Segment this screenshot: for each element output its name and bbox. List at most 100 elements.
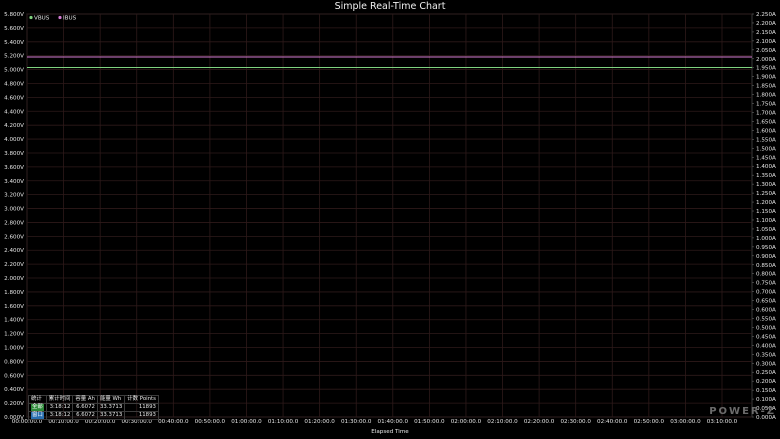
legend[interactable]: VBUS IBUS <box>29 15 77 22</box>
y-right-tick-label: 1.950A <box>756 66 776 72</box>
y-right-tick-label: 0.950A <box>756 245 776 251</box>
x-tick-label: 03:00:00.0 <box>670 419 701 425</box>
y-left-tick-label: 4.600V <box>4 95 24 101</box>
y-right-tick-label: 0.150A <box>756 388 776 394</box>
stats-points: 11893 <box>124 411 159 420</box>
left-axis: 0.000V0.200V0.400V0.600V0.800V1.000V1.20… <box>4 12 24 421</box>
y-left-tick-label: 2.000V <box>4 276 24 282</box>
x-tick-label: 01:50:00.0 <box>414 419 445 425</box>
y-right-tick-label: 2.050A <box>756 48 776 54</box>
y-right-tick-label: 1.400A <box>756 164 776 170</box>
legend-marker-ibus <box>58 15 62 20</box>
legend-label-ibus: IBUS <box>63 16 77 22</box>
y-left-tick-label: 1.000V <box>4 346 24 352</box>
x-tick-label: 02:50:00.0 <box>634 419 665 425</box>
y-left-tick-label: 2.800V <box>4 220 24 226</box>
x-tick-label: 03:10:00.0 <box>707 419 738 425</box>
stats-ah: 6.6072 <box>72 403 98 412</box>
y-right-tick-label: 0.600A <box>756 308 776 314</box>
y-left-tick-label: 5.400V <box>4 40 24 46</box>
x-tick-label: 02:40:00.0 <box>597 419 628 425</box>
x-tick-label: 01:30:00.0 <box>341 419 372 425</box>
y-left-tick-label: 5.200V <box>4 54 24 60</box>
stats-header: 能量 Wh <box>96 395 126 404</box>
y-left-tick-label: 0.600V <box>4 373 24 379</box>
x-tick-label: 00:50:00.0 <box>195 419 226 425</box>
x-tick-label: 02:10:00.0 <box>487 419 518 425</box>
x-tick-label: 02:00:00.0 <box>451 419 482 425</box>
y-left-tick-label: 3.400V <box>4 179 24 185</box>
y-left-tick-label: 4.200V <box>4 123 24 129</box>
y-left-tick-label: 1.800V <box>4 290 24 296</box>
y-right-tick-label: 1.300A <box>756 182 776 188</box>
y-right-tick-label: 0.350A <box>756 352 776 358</box>
stats-tag-window[interactable]: 窗口 <box>31 412 44 419</box>
x-tick-label: 02:30:00.0 <box>560 419 591 425</box>
y-right-tick-label: 0.400A <box>756 343 776 349</box>
y-right-tick-label: 1.600A <box>756 128 776 134</box>
stats-wh: 33.3713 <box>96 403 126 412</box>
stats-header: 容量 Ah <box>72 395 98 404</box>
y-left-tick-label: 0.400V <box>4 387 24 393</box>
y-right-tick-label: 1.700A <box>756 111 776 117</box>
stats-points: 11893 <box>124 403 159 412</box>
y-right-tick-label: 1.800A <box>756 93 776 99</box>
y-right-tick-label: 1.150A <box>756 209 776 215</box>
y-right-tick-label: 0.200A <box>756 379 776 385</box>
y-right-tick-label: 0.450A <box>756 334 776 340</box>
y-right-tick-label: 1.900A <box>756 75 776 81</box>
y-left-tick-label: 5.800V <box>4 12 24 18</box>
chart-title: Simple Real-Time Chart <box>335 1 446 12</box>
y-right-tick-label: 1.200A <box>756 200 776 206</box>
stats-table: 统计 累计时间 容量 Ah 能量 Wh 计数 Points 全部 3:18:12… <box>28 395 159 420</box>
y-right-tick-label: 1.500A <box>756 146 776 152</box>
y-left-tick-label: 4.400V <box>4 109 24 115</box>
x-tick-label: 01:10:00.0 <box>268 419 299 425</box>
y-right-tick-label: 1.850A <box>756 84 776 90</box>
y-right-tick-label: 0.900A <box>756 254 776 260</box>
y-left-tick-label: 3.600V <box>4 165 24 171</box>
y-left-tick-label: 2.200V <box>4 262 24 268</box>
y-right-tick-label: 0.850A <box>756 263 776 269</box>
y-left-tick-label: 1.600V <box>4 304 24 310</box>
stats-tag-all[interactable]: 全部 <box>31 404 44 411</box>
y-right-tick-label: 2.000A <box>756 57 776 63</box>
y-right-tick-label: 1.100A <box>756 218 776 224</box>
y-right-tick-label: 2.150A <box>756 30 776 36</box>
stats-row-all: 全部 3:18:12 6.6072 33.3713 11893 <box>28 403 159 412</box>
stats-row-window: 窗口 3:18:12 6.6072 33.3713 11893 <box>28 411 159 420</box>
y-right-tick-label: 0.650A <box>756 299 776 305</box>
y-right-tick-label: 1.750A <box>756 102 776 108</box>
stats-header: 计数 Points <box>124 395 159 404</box>
y-left-tick-label: 2.400V <box>4 248 24 254</box>
stats-ah: 6.6072 <box>72 411 98 420</box>
y-left-tick-label: 4.800V <box>4 81 24 87</box>
y-right-tick-label: 1.350A <box>756 173 776 179</box>
y-right-tick-label: 2.200A <box>756 21 776 27</box>
y-left-tick-label: 4.000V <box>4 137 24 143</box>
y-right-tick-label: 0.300A <box>756 361 776 367</box>
y-left-tick-label: 3.800V <box>4 151 24 157</box>
stats-header: 累计时间 <box>45 395 74 404</box>
x-tick-label: 02:20:00.0 <box>524 419 555 425</box>
y-left-tick-label: 5.600V <box>4 26 24 32</box>
y-right-tick-label: 0.550A <box>756 316 776 322</box>
stats-header: 统计 <box>28 395 47 404</box>
x-tick-label: 01:00:00.0 <box>231 419 262 425</box>
x-axis-label: Elapsed Time <box>371 429 409 435</box>
y-left-tick-label: 0.200V <box>4 401 24 407</box>
stats-wh: 33.3713 <box>96 411 126 420</box>
y-right-tick-label: 1.550A <box>756 137 776 143</box>
y-left-tick-label: 3.000V <box>4 207 24 213</box>
stats-header-row: 统计 累计时间 容量 Ah 能量 Wh 计数 Points <box>28 395 159 404</box>
y-right-tick-label: 0.500A <box>756 325 776 331</box>
y-left-tick-label: 1.400V <box>4 318 24 324</box>
y-right-tick-label: 1.000A <box>756 236 776 242</box>
y-right-tick-label: 1.650A <box>756 119 776 125</box>
y-right-tick-label: 0.700A <box>756 290 776 296</box>
stats-time: 3:18:12 <box>45 403 74 412</box>
y-right-tick-label: 0.750A <box>756 281 776 287</box>
x-tick-label: 01:20:00.0 <box>304 419 335 425</box>
y-left-tick-label: 2.600V <box>4 234 24 240</box>
chart: Simple Real-Time Chart 0.000V0.200V0.400… <box>4 1 776 435</box>
